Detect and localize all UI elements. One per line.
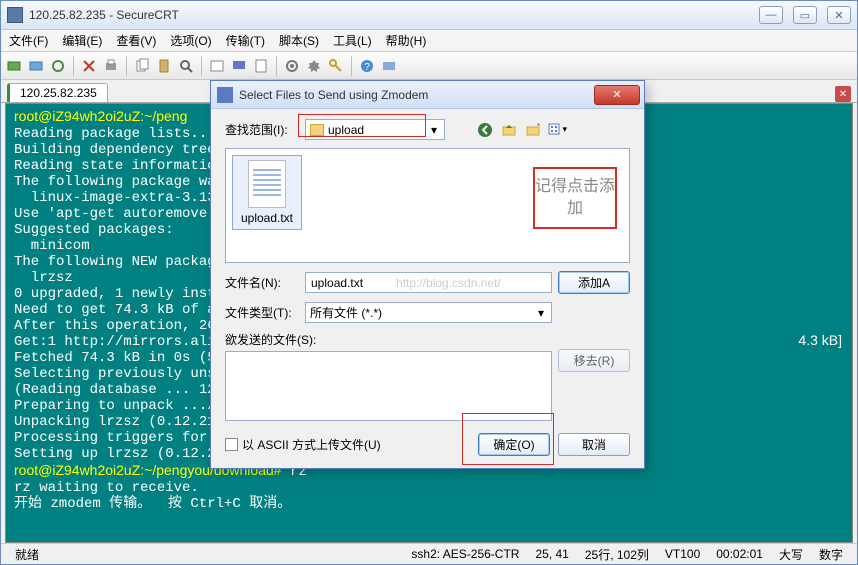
tool-about-icon[interactable] [380,57,398,75]
menu-options[interactable]: 选项(O) [170,32,211,49]
tool-connect-icon[interactable] [5,57,23,75]
dialog-icon [217,87,233,103]
file-thumb-icon [248,160,286,208]
close-button[interactable]: ✕ [827,6,851,24]
tool-log-icon[interactable] [252,57,270,75]
tool-reconnect-icon[interactable] [49,57,67,75]
chevron-down-icon[interactable]: ▾ [534,306,548,320]
dialog-titlebar: Select Files to Send using Zmodem ✕ [211,81,644,109]
session-tab[interactable]: 120.25.82.235 [7,83,108,102]
tool-help-icon[interactable]: ? [358,57,376,75]
tool-paste-icon[interactable] [155,57,173,75]
menubar: 文件(F) 编辑(E) 查看(V) 选项(O) 传输(T) 脚本(S) 工具(L… [1,30,857,52]
view-menu-icon[interactable]: ▾ [547,120,567,140]
filetype-label: 文件类型(T): [225,304,299,321]
tool-options-icon[interactable] [305,57,323,75]
app-icon [7,7,23,23]
remove-button[interactable]: 移去(R) [558,349,630,372]
chevron-down-icon[interactable]: ▾ [427,123,441,137]
filetype-value: 所有文件 (*.*) [310,304,382,321]
filename-input[interactable]: upload.txt http://blog.csdn.net/ [305,272,552,293]
file-item[interactable]: upload.txt [232,155,302,230]
menu-transfer[interactable]: 传输(T) [226,32,265,49]
svg-text:?: ? [364,62,370,73]
status-term: VT100 [665,547,700,561]
minimize-button[interactable]: — [759,6,783,24]
tool-settings-icon[interactable] [283,57,301,75]
tool-session-icon[interactable] [208,57,226,75]
svg-text:*: * [537,122,540,131]
maximize-button[interactable]: ▭ [793,6,817,24]
status-ready: 就绪 [15,546,39,563]
titlebar: 120.25.82.235 - SecureCRT — ▭ ✕ [1,1,857,30]
folder-icon [310,124,324,136]
new-folder-icon[interactable]: * [523,120,543,140]
tab-close-icon[interactable]: ✕ [835,86,851,102]
back-icon[interactable] [475,120,495,140]
menu-file[interactable]: 文件(F) [9,32,48,49]
ok-button[interactable]: 确定(O) [478,433,550,456]
status-caps: 大写 [779,546,803,563]
filename-label: 文件名(N): [225,274,299,291]
tosend-label: 欲发送的文件(S): [225,331,552,348]
tool-disconnect-icon[interactable] [80,57,98,75]
status-time: 00:02:01 [716,547,763,561]
status-pos: 25, 41 [535,547,568,561]
window-title: 120.25.82.235 - SecureCRT [29,8,759,22]
dialog-title: Select Files to Send using Zmodem [239,88,594,102]
file-item-name: upload.txt [241,211,293,225]
ascii-checkbox[interactable] [225,438,238,451]
tool-screen-icon[interactable] [230,57,248,75]
add-button[interactable]: 添加A [558,271,630,294]
filetype-combo[interactable]: 所有文件 (*.*) ▾ [305,302,552,323]
status-num: 数字 [819,546,843,563]
tool-key-icon[interactable] [327,57,345,75]
session-tab-label: 120.25.82.235 [20,86,97,100]
dialog-close-button[interactable]: ✕ [594,85,640,105]
toolbar: ? [1,52,857,80]
zmodem-dialog: Select Files to Send using Zmodem ✕ 查找范围… [210,80,645,469]
menu-tools[interactable]: 工具(L) [333,32,372,49]
status-proto: ssh2: AES-256-CTR [411,547,519,561]
filename-value: upload.txt [311,276,363,290]
tool-copy-icon[interactable] [133,57,151,75]
lookin-value: upload [328,123,364,137]
lookin-combo[interactable]: upload ▾ [305,119,445,140]
menu-edit[interactable]: 编辑(E) [62,32,102,49]
cancel-button[interactable]: 取消 [558,433,630,456]
tool-print-icon[interactable] [102,57,120,75]
lookin-label: 查找范围(I): [225,121,299,138]
tool-quick-icon[interactable] [27,57,45,75]
ascii-label: 以 ASCII 方式上传文件(U) [242,436,381,453]
status-size: 25行, 102列 [585,546,649,563]
menu-help[interactable]: 帮助(H) [386,32,427,49]
statusbar: 就绪 ssh2: AES-256-CTR 25, 41 25行, 102列 VT… [1,543,857,564]
watermark: http://blog.csdn.net/ [396,276,501,290]
menu-view[interactable]: 查看(V) [116,32,156,49]
annotation-hint: 记得点击添加 [533,167,617,229]
menu-script[interactable]: 脚本(S) [279,32,319,49]
tool-find-icon[interactable] [177,57,195,75]
terminal-right-fragment: 4.3 kB] [798,332,842,348]
tosend-listbox[interactable] [225,351,552,421]
file-pane[interactable]: upload.txt 记得点击添加 [225,148,630,263]
up-folder-icon[interactable] [499,120,519,140]
